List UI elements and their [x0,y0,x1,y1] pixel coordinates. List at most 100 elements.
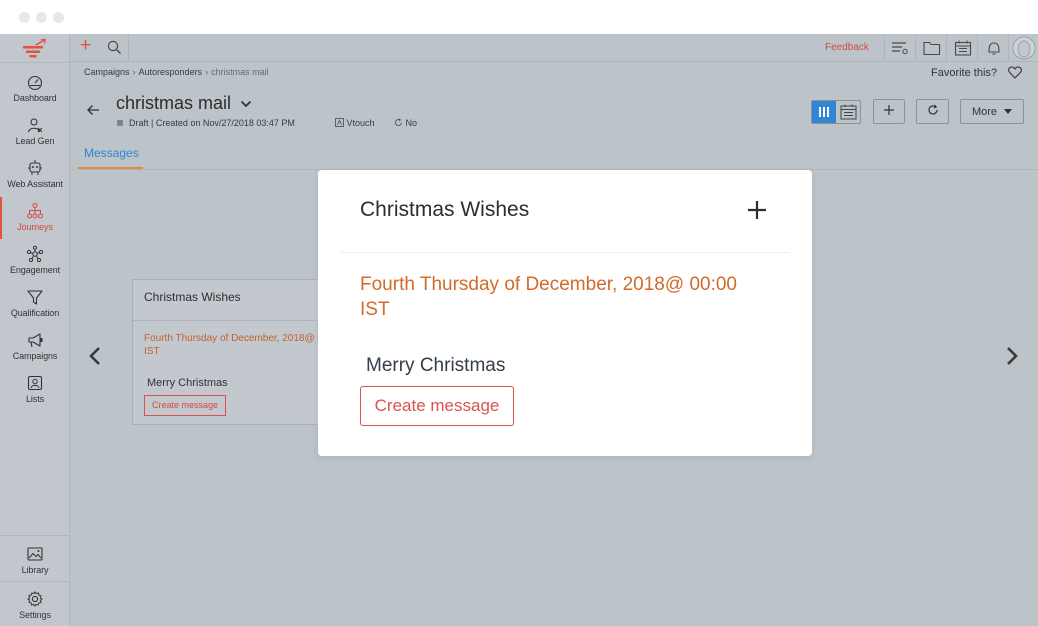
chevron-down-icon[interactable] [240,100,252,108]
bell-icon[interactable] [985,40,1003,56]
sidebar-item-engagement[interactable]: Engagement [0,245,70,287]
add-button[interactable] [873,99,905,124]
sidebar-item-qualification[interactable]: Qualification [0,288,70,330]
refresh-icon [927,104,938,115]
lists-icon [27,375,43,391]
message-card-schedule: Fourth Thursday of December, 2018@ 00:00… [144,333,321,357]
feedback-link[interactable]: Feedback [825,42,869,53]
sidebar-item-lead-gen[interactable]: Lead Gen [0,116,70,158]
sidebar-item-label: Lists [25,394,44,404]
status-meta: Draft | Created on Nov/27/2018 03:47 PM [117,118,295,128]
sidebar-item-label: Journeys [17,222,53,232]
refresh-button[interactable] [916,99,949,124]
sidebar-item-web-assistant[interactable]: Web Assistant [0,159,70,201]
search-icon[interactable] [107,40,122,55]
web-assistant-icon [28,160,42,175]
status-square-icon [117,120,123,126]
sidebar-item-journeys[interactable]: Journeys [0,197,70,244]
sidebar-divider [0,535,70,536]
create-message-button[interactable]: Create message [360,386,514,426]
message-card[interactable]: Christmas Wishes Fourth Thursday of Dece… [132,279,322,425]
repeat-icon [395,118,402,126]
window-minimize-dot[interactable] [36,12,47,23]
app-logo-icon[interactable] [22,39,48,61]
window-close-dot[interactable] [19,12,30,23]
sidebar-item-label: Lead Gen [15,136,55,146]
breadcrumb-current: christmas mail [211,67,269,77]
sidebar-item-campaigns[interactable]: Campaigns [0,331,70,373]
add-plus-icon[interactable]: + [80,36,91,56]
journeys-icon [27,203,43,219]
toolbar-divider [884,34,885,62]
sidebar-item-label: Web Assistant [7,179,63,189]
favorite-label: Favorite this? [931,67,998,79]
plus-icon [884,105,894,115]
sidebar-item-lists[interactable]: Lists [0,374,70,416]
sidebar-item-label: Dashboard [13,93,57,103]
more-label: More [971,105,997,118]
add-plus-icon[interactable] [746,199,768,221]
columns-icon [819,107,829,117]
modal-divider [340,252,790,253]
status-text: Draft | Created on Nov/27/2018 03:47 PM [129,118,295,128]
sidebar: Dashboard Lead Gen Web Assistant Journey… [0,34,70,626]
message-detail-modal: Christmas Wishes Fourth Thursday of Dece… [318,170,812,456]
sidebar-item-label: Engagement [9,265,61,275]
owner-meta: Vtouch [335,118,375,128]
modal-title: Christmas Wishes [360,198,530,221]
sidebar-item-label: Settings [19,610,51,620]
window-zoom-dot[interactable] [53,12,64,23]
message-card-title: Christmas Wishes [144,290,241,304]
avatar[interactable] [1012,36,1036,60]
modal-schedule: Fourth Thursday of December, 2018@ 00:00… [360,274,737,320]
sidebar-item-settings[interactable]: Settings [0,590,70,626]
breadcrumb-campaigns[interactable]: Campaigns [84,67,130,77]
breadcrumb-separator: › [132,67,136,77]
view-toggle [811,100,861,124]
toolbar-divider [128,34,129,62]
heart-icon[interactable] [1008,66,1022,79]
column-view-button[interactable] [812,101,836,123]
caret-down-icon [1004,108,1013,114]
sidebar-item-label: Qualification [10,308,60,318]
sidebar-item-label: Campaigns [12,351,58,361]
top-toolbar: + Feedback [70,34,1038,62]
breadcrumb: Campaigns › Autoresponders › christmas mail [84,67,269,77]
sidebar-item-dashboard[interactable]: Dashboard [0,73,70,115]
back-arrow-icon[interactable] [86,104,100,116]
chevron-left-icon[interactable] [88,346,102,366]
megaphone-icon [28,333,43,348]
page-title: christmas mail [116,93,232,113]
chevron-right-icon[interactable] [1005,346,1019,366]
message-card-name: Merry Christmas [147,377,228,389]
more-button[interactable]: More [960,99,1024,124]
modal-message-name: Merry Christmas [366,355,506,376]
filter-list-icon[interactable] [891,40,909,56]
dashboard-icon [27,75,43,91]
card-divider [133,320,321,321]
breadcrumb-autoresponders[interactable]: Autoresponders [139,67,203,77]
sidebar-divider [0,62,70,63]
card-create-message-button[interactable]: Create message [144,395,227,416]
calendar-icon[interactable] [954,40,972,56]
owner-name: Vtouch [346,118,375,128]
owner-icon [335,118,344,127]
folder-icon[interactable] [923,40,941,56]
breadcrumb-separator: › [205,67,209,77]
image-icon [27,547,43,561]
lead-gen-icon [27,118,43,133]
toolbar-divider [946,34,947,62]
recurring-value: No [405,118,418,128]
calendar-view-icon[interactable] [840,104,857,120]
funnel-icon [27,290,43,305]
gear-icon [27,591,43,607]
toolbar-divider [915,34,916,62]
toolbar-divider [1008,34,1009,62]
window-titlebar [0,0,1038,34]
toolbar-divider [977,34,978,62]
engagement-icon [26,245,44,263]
tab-messages[interactable]: Messages [84,146,139,160]
recurring-meta: No [394,118,417,128]
sidebar-divider [0,581,70,582]
sidebar-item-label: Library [21,565,49,575]
